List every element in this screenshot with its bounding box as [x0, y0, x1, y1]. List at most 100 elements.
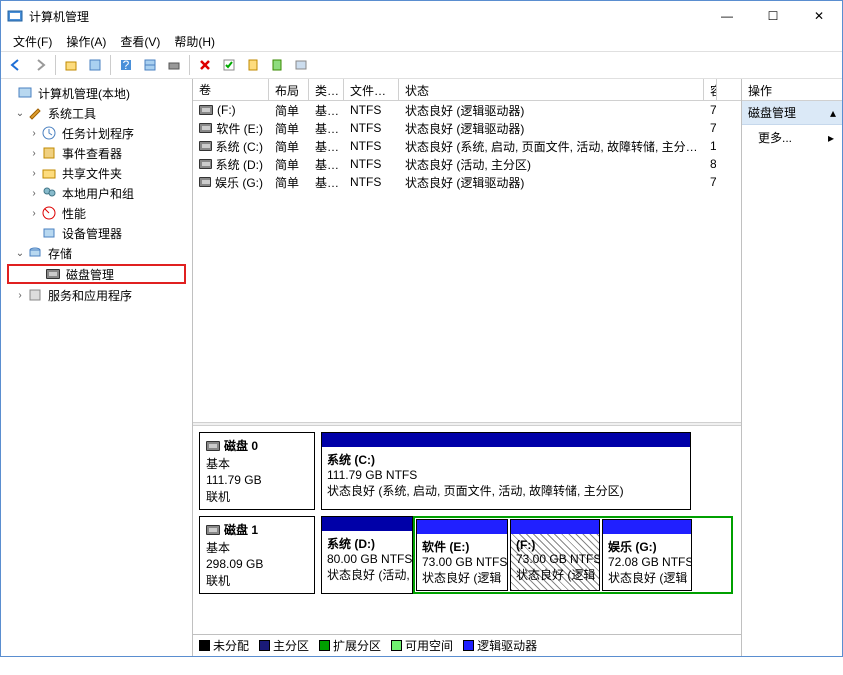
check-icon[interactable]	[218, 54, 240, 76]
partition[interactable]: (F:)73.00 GB NTFS状态良好 (逻辑	[510, 519, 600, 591]
disk-type: 基本	[206, 539, 308, 556]
table-row[interactable]: 娱乐 (G:)简单基本NTFS状态良好 (逻辑驱动器)7	[193, 173, 741, 191]
tree-label: 本地用户和组	[60, 184, 136, 203]
forward-button[interactable]	[29, 54, 51, 76]
partition-state: 状态良好 (逻辑	[516, 566, 594, 583]
delete-icon[interactable]	[194, 54, 216, 76]
tree-systools[interactable]: ⌄ 系统工具	[3, 103, 190, 123]
tree-devmgr[interactable]: 设备管理器	[3, 223, 190, 243]
cell-type: 基本	[309, 101, 344, 120]
refresh-icon[interactable]	[266, 54, 288, 76]
legend: 未分配 主分区 扩展分区 可用空间 逻辑驱动器	[193, 634, 741, 656]
swatch-icon	[319, 640, 330, 651]
tree-localusers[interactable]: › 本地用户和组	[3, 183, 190, 203]
collapse-icon: ▴	[830, 106, 836, 120]
tree-label: 共享文件夹	[60, 164, 124, 183]
volume-icon	[199, 123, 212, 133]
storage-icon	[27, 245, 43, 261]
chevron-right-icon[interactable]: ›	[27, 208, 41, 219]
col-type[interactable]: 类型	[309, 79, 344, 100]
settings-icon[interactable]	[163, 54, 185, 76]
tree-taskscheduler[interactable]: › 任务计划程序	[3, 123, 190, 143]
tree-services[interactable]: › 服务和应用程序	[3, 285, 190, 305]
tree-eventviewer[interactable]: › 事件查看器	[3, 143, 190, 163]
chevron-right-icon[interactable]: ›	[13, 290, 27, 301]
cell-status: 状态良好 (逻辑驱动器)	[399, 119, 704, 138]
col-volume[interactable]: 卷	[193, 79, 269, 100]
menu-file[interactable]: 文件(F)	[7, 32, 58, 51]
action-more[interactable]: 更多... ▸	[742, 125, 842, 150]
table-row[interactable]: (F:)简单基本NTFS状态良好 (逻辑驱动器)7	[193, 101, 741, 119]
help-icon[interactable]: ?	[115, 54, 137, 76]
svg-text:?: ?	[123, 58, 130, 72]
legend-logical: 逻辑驱动器	[463, 637, 537, 654]
cell-rest: 7	[704, 102, 716, 118]
menu-help[interactable]: 帮助(H)	[168, 32, 221, 51]
menubar: 文件(F) 操作(A) 查看(V) 帮助(H)	[1, 31, 842, 51]
properties-button[interactable]	[84, 54, 106, 76]
tree-storage[interactable]: ⌄ 存储	[3, 243, 190, 263]
new-icon[interactable]	[242, 54, 264, 76]
menu-view[interactable]: 查看(V)	[114, 32, 166, 51]
actions-header: 操作	[742, 79, 842, 101]
disk-row: 磁盘 1基本298.09 GB联机系统 (D:)80.00 GB NTFS状态良…	[199, 516, 733, 594]
back-button[interactable]	[5, 54, 27, 76]
col-status[interactable]: 状态	[399, 79, 704, 100]
list-icon[interactable]	[290, 54, 312, 76]
chevron-down-icon[interactable]: ⌄	[13, 248, 27, 259]
toolbar-separator	[55, 55, 56, 75]
disk-status: 联机	[206, 572, 308, 589]
chevron-down-icon[interactable]: ⌄	[13, 108, 27, 119]
tools-icon	[27, 105, 43, 121]
action-group-diskmgmt[interactable]: 磁盘管理 ▴	[742, 101, 842, 125]
extended-partition[interactable]: 软件 (E:)73.00 GB NTFS状态良好 (逻辑(F:)73.00 GB…	[413, 516, 733, 594]
legend-unallocated: 未分配	[199, 637, 249, 654]
legend-free: 可用空间	[391, 637, 453, 654]
tree-root[interactable]: 计算机管理(本地)	[3, 83, 190, 103]
disk-info[interactable]: 磁盘 1基本298.09 GB联机	[199, 516, 315, 594]
disk-info[interactable]: 磁盘 0基本111.79 GB联机	[199, 432, 315, 510]
chevron-right-icon[interactable]: ›	[27, 128, 41, 139]
cell-volume: 系统 (D:)	[193, 155, 269, 174]
tree-sharedfolders[interactable]: › 共享文件夹	[3, 163, 190, 183]
cell-rest: 7	[704, 174, 716, 190]
titlebar: 计算机管理 — ☐ ✕	[1, 1, 842, 31]
col-capacity[interactable]: 容	[704, 79, 717, 100]
partition-header	[417, 520, 507, 534]
horizontal-scrollbar[interactable]	[193, 406, 741, 422]
partition-name: 软件 (E:)	[422, 538, 502, 555]
partition[interactable]: 系统 (D:)80.00 GB NTFS状态良好 (活动,	[321, 516, 413, 594]
listview-body[interactable]: (F:)简单基本NTFS状态良好 (逻辑驱动器)7 软件 (E:)简单基本NTF…	[193, 101, 741, 406]
col-filesystem[interactable]: 文件系统	[344, 79, 399, 100]
chevron-right-icon[interactable]: ›	[27, 188, 41, 199]
partition[interactable]: 娱乐 (G:)72.08 GB NTFS状态良好 (逻辑	[602, 519, 692, 591]
app-icon	[7, 8, 23, 24]
cell-volume: 软件 (E:)	[193, 119, 269, 138]
minimize-button[interactable]: —	[704, 1, 750, 31]
maximize-button[interactable]: ☐	[750, 1, 796, 31]
chevron-right-icon[interactable]: ›	[27, 168, 41, 179]
table-row[interactable]: 系统 (D:)简单基本NTFS状态良好 (活动, 主分区)8	[193, 155, 741, 173]
cell-fs: NTFS	[344, 138, 399, 154]
disk-size: 298.09 GB	[206, 557, 308, 571]
partition-name: (F:)	[516, 538, 594, 552]
center-panel: 卷 布局 类型 文件系统 状态 容 (F:)简单基本NTFS状态良好 (逻辑驱动…	[193, 79, 742, 656]
table-row[interactable]: 系统 (C:)简单基本NTFS状态良好 (系统, 启动, 页面文件, 活动, 故…	[193, 137, 741, 155]
disk-partitions: 系统 (C:)111.79 GB NTFS状态良好 (系统, 启动, 页面文件,…	[321, 432, 733, 510]
tree-label: 设备管理器	[60, 224, 124, 243]
partition[interactable]: 系统 (C:)111.79 GB NTFS状态良好 (系统, 启动, 页面文件,…	[321, 432, 691, 510]
col-layout[interactable]: 布局	[269, 79, 309, 100]
tree-label: 事件查看器	[60, 144, 124, 163]
table-row[interactable]: 软件 (E:)简单基本NTFS状态良好 (逻辑驱动器)7	[193, 119, 741, 137]
disk-partitions: 系统 (D:)80.00 GB NTFS状态良好 (活动,软件 (E:)73.0…	[321, 516, 733, 594]
up-button[interactable]	[60, 54, 82, 76]
partition[interactable]: 软件 (E:)73.00 GB NTFS状态良好 (逻辑	[416, 519, 508, 591]
layout-button[interactable]	[139, 54, 161, 76]
menu-action[interactable]: 操作(A)	[60, 32, 112, 51]
cell-status: 状态良好 (逻辑驱动器)	[399, 173, 704, 192]
tree-perf[interactable]: › 性能	[3, 203, 190, 223]
chevron-right-icon[interactable]: ›	[27, 148, 41, 159]
tree-diskmgmt[interactable]: 磁盘管理	[7, 264, 186, 284]
close-button[interactable]: ✕	[796, 1, 842, 31]
cell-rest: 8	[704, 156, 716, 172]
